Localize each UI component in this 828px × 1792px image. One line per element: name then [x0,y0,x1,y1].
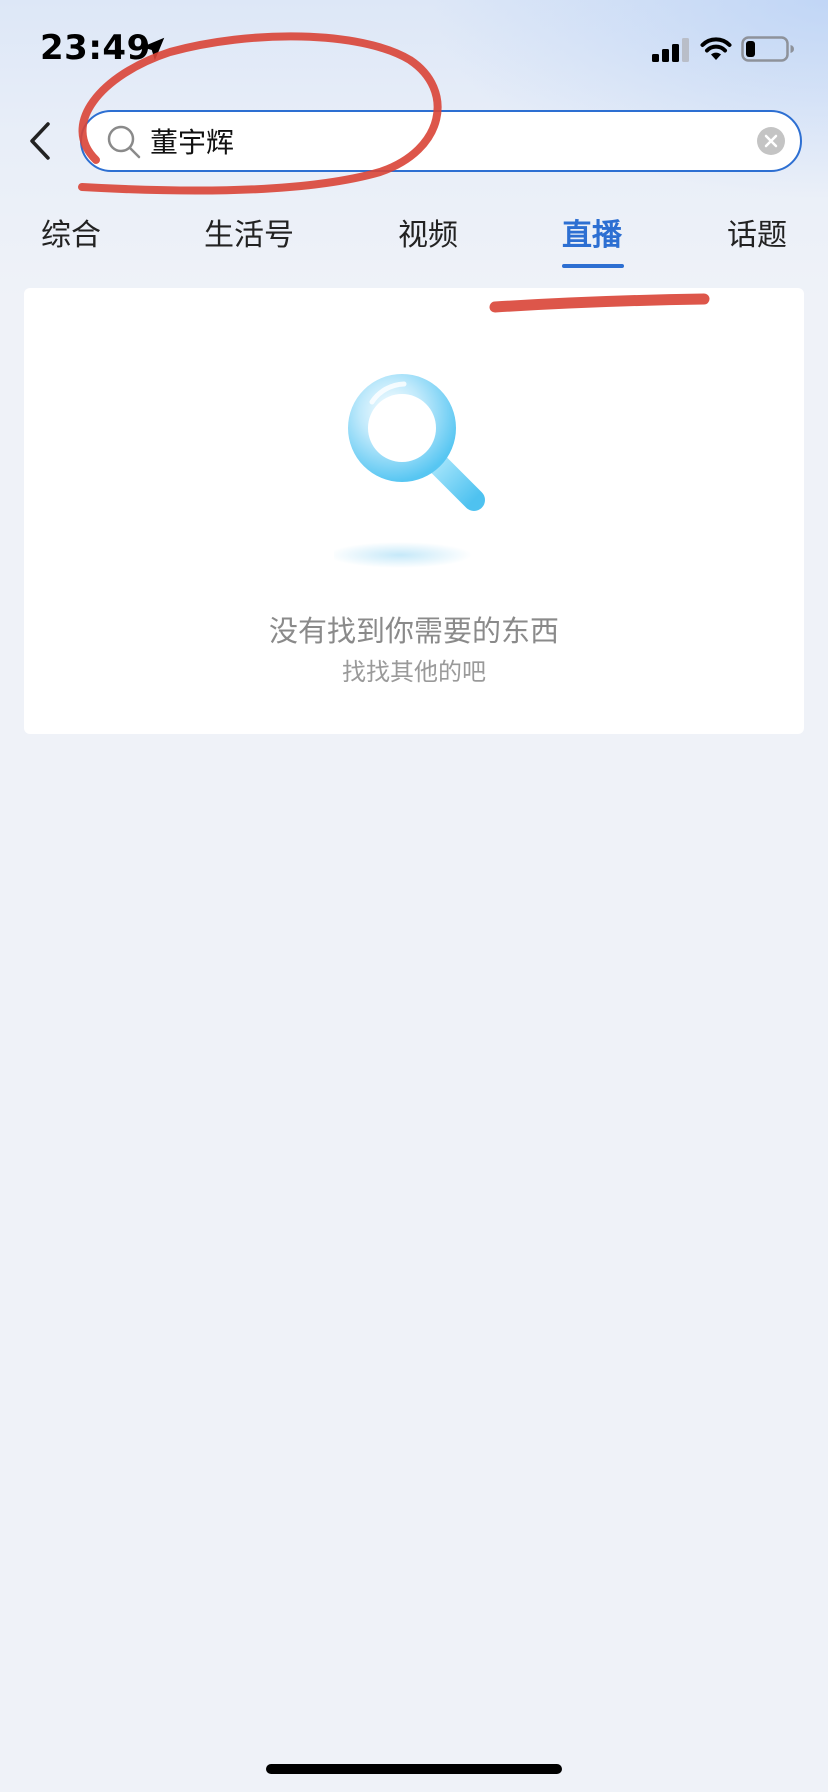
tab-life-account[interactable]: 生活号 [204,210,294,254]
cellular-signal-icon [652,38,689,62]
empty-state-subtitle: 找找其他的吧 [342,658,486,686]
tab-comprehensive[interactable]: 综合 [41,210,101,254]
wifi-icon [700,37,732,60]
search-input[interactable] [150,112,710,170]
tab-video[interactable]: 视频 [398,210,458,254]
search-icon [107,125,141,159]
magnifier-illustration-icon [334,374,485,568]
tab-bar: 综合 生活号 视频 直播 话题 [0,200,828,272]
location-arrow-icon [141,37,165,61]
search-box[interactable] [80,110,802,172]
home-indicator[interactable] [266,1764,562,1774]
tab-topic[interactable]: 话题 [727,210,787,254]
tab-live[interactable]: 直播 [562,210,622,254]
status-time: 23:49 [40,28,151,68]
status-bar: 23:49 [0,0,828,100]
empty-result-card: 没有找到你需要的东西 找找其他的吧 [24,288,804,734]
active-tab-indicator [562,264,624,268]
back-chevron-icon[interactable] [24,118,56,164]
empty-state-title: 没有找到你需要的东西 [268,614,559,648]
battery-icon [741,36,794,62]
clear-circle-icon[interactable] [756,126,786,156]
